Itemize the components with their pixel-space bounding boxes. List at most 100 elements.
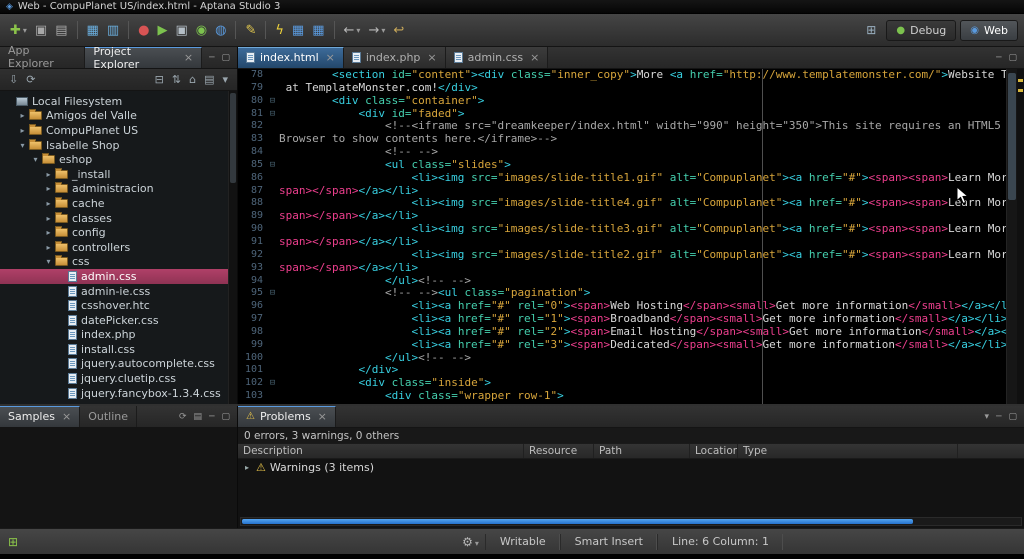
open-perspective-icon[interactable]: ⊞ [866,23,876,37]
minimize-icon[interactable]: ─ [996,53,1001,63]
expander-icon[interactable]: ▸ [43,228,54,237]
fast-view-icon[interactable]: ⊞ [0,535,26,549]
column-header-resource[interactable]: Resource [524,444,594,458]
expander-icon[interactable]: ▸ [43,199,54,208]
tree-item-isabelle-shop[interactable]: ▾Isabelle Shop [0,138,237,153]
dropdown-icon[interactable]: ▾ [218,72,232,87]
view-menu-icon[interactable]: ▤ [200,72,218,87]
editor-vertical-scrollbar[interactable] [1006,69,1017,404]
tree-item-eshop[interactable]: ▾eshop [0,152,237,167]
tree-item-install-css[interactable]: install.css [0,342,237,357]
screenshot-button[interactable]: ▣ [171,22,191,39]
tree-item-compuplanet-us[interactable]: ▸CompuPlanet US [0,123,237,138]
expander-icon[interactable]: ▸ [43,243,54,252]
tab-problems[interactable]: ⚠ Problems × [238,406,336,427]
tree-item-administracion[interactable]: ▸administracion [0,182,237,197]
tree-item-install[interactable]: ▸_install [0,167,237,182]
problems-row-warnings-3-items[interactable]: ▸⚠Warnings (3 items) [238,459,1024,476]
tab-samples[interactable]: Samples × [0,406,80,427]
collapse-all-icon[interactable]: ⊟ [151,72,168,87]
tree-scrollbar[interactable] [228,91,237,404]
expander-icon[interactable]: ▸ [242,463,252,472]
tree-item-config[interactable]: ▸config [0,225,237,240]
tab-index-php[interactable]: index.php × [344,47,446,68]
expander-icon[interactable]: ▸ [17,111,28,120]
refresh-icon[interactable]: ⟳ [179,412,187,422]
web-preview-button[interactable]: ◍ [211,22,230,39]
expander-icon[interactable]: ▸ [17,126,28,135]
gear-icon[interactable]: ⚙▾ [456,535,485,549]
column-header-path[interactable]: Path [594,444,690,458]
tree-item-jquery-cluetip-css[interactable]: jquery.cluetip.css [0,371,237,386]
tree-item-index-php[interactable]: index.php [0,328,237,343]
scrollbar-thumb[interactable] [242,519,913,524]
table-view-button[interactable]: ▦ [83,22,103,39]
fold-marker-icon[interactable]: ⊟ [266,377,279,390]
forward-history-button[interactable]: →▾ [364,22,389,39]
tree-item-css[interactable]: ▾css [0,255,237,270]
tree-item-local-filesystem[interactable]: Local Filesystem [0,94,237,109]
minimize-icon[interactable]: ─ [209,412,214,422]
tree-item-amigos-del-valle[interactable]: ▸Amigos del Valle [0,109,237,124]
tab-project-explorer[interactable]: Project Explorer × [85,47,202,68]
expander-icon[interactable]: ▾ [30,155,41,164]
record-button[interactable]: ● [134,22,153,39]
new-wizard-button[interactable]: ✚▾ [6,22,31,39]
tree-item-cache[interactable]: ▸cache [0,196,237,211]
close-icon[interactable]: × [427,51,436,64]
last-edit-location-button[interactable]: ↩ [389,22,408,39]
perspective-debug-button[interactable]: ● Debug [886,20,956,41]
tree-item-admin-css[interactable]: admin.css [0,269,237,284]
tab-admin-css[interactable]: admin.css × [446,47,549,68]
close-icon[interactable]: × [326,51,335,64]
tree-item-jquery-autocomplete-css[interactable]: jquery.autocomplete.css [0,357,237,372]
close-icon[interactable]: × [318,410,327,423]
fold-marker-icon[interactable]: ⊟ [266,108,279,121]
lightning-button[interactable]: ϟ [271,22,288,39]
expander-icon[interactable]: ▸ [43,184,54,193]
column-header-location[interactable]: Location [690,444,738,458]
tab-outline[interactable]: Outline [80,406,137,427]
back-history-button[interactable]: ←▾ [340,22,365,39]
close-icon[interactable]: × [184,51,193,64]
form-view-button[interactable]: ▥ [103,22,123,39]
minimize-icon[interactable]: ─ [209,53,214,63]
sort-icon[interactable]: ⇅ [168,72,185,87]
close-icon[interactable]: × [62,410,71,423]
view-menu-icon[interactable]: ▤ [194,412,203,422]
minimize-icon[interactable]: ─ [996,412,1001,422]
close-icon[interactable]: × [530,51,539,64]
maximize-icon[interactable]: ▢ [1008,412,1017,422]
import-icon[interactable]: ⇩ [5,72,22,87]
refresh-icon[interactable]: ⟳ [22,72,39,87]
maximize-icon[interactable]: ▢ [1008,53,1017,63]
print-button[interactable]: ▤ [51,22,71,39]
tree-item-classes[interactable]: ▸classes [0,211,237,226]
expander-icon[interactable]: ▸ [43,214,54,223]
fold-marker-icon[interactable]: ⊟ [266,95,279,108]
tab-index-html[interactable]: index.html × [238,47,344,68]
tree-item-jquery-fancybox-1-3-4-css[interactable]: jquery.fancybox-1.3.4.css [0,386,237,401]
tree-item-admin-ie-css[interactable]: admin-ie.css [0,284,237,299]
run-button[interactable]: ▶ [153,22,171,39]
expander-icon[interactable]: ▸ [43,170,54,179]
maximize-icon[interactable]: ▢ [221,53,230,63]
perspective-web-button[interactable]: ◉ Web [960,20,1018,41]
horizontal-scrollbar[interactable] [240,517,1022,526]
tree-item-datepicker-css[interactable]: datePicker.css [0,313,237,328]
overview-ruler[interactable] [1017,69,1024,404]
data-grid-button[interactable]: ▦ [288,22,308,39]
run-external-button[interactable]: ◉ [192,22,211,39]
home-icon[interactable]: ⌂ [185,72,200,87]
tree-item-csshover-htc[interactable]: csshover.htc [0,298,237,313]
data-grid-2-button[interactable]: ▦ [308,22,328,39]
maximize-icon[interactable]: ▢ [221,412,230,422]
fold-marker-icon[interactable]: ⊟ [266,287,279,300]
save-button[interactable]: ▣ [31,22,51,39]
view-menu-icon[interactable]: ▾ [985,412,990,422]
column-header-description[interactable]: Description [238,444,524,458]
column-header-type[interactable]: Type [738,444,958,458]
tab-app-explorer[interactable]: App Explorer [0,47,85,68]
fold-marker-icon[interactable]: ⊟ [266,159,279,172]
code-line-103[interactable]: 103 <div class="wrapper row-1"> [238,390,1024,403]
